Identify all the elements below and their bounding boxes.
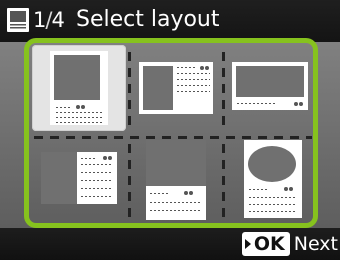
header-bar: 1/4 Select layout — [0, 0, 340, 42]
ok-button[interactable]: OK — [241, 232, 290, 256]
page-title: Select layout — [76, 7, 220, 32]
layout-icon — [7, 8, 29, 32]
next-label: Next — [293, 233, 338, 255]
play-arrow-icon — [244, 239, 251, 249]
next-button[interactable]: OK Next — [241, 228, 340, 260]
footer-bar: OK Next — [0, 228, 340, 260]
ok-label: OK — [253, 233, 285, 255]
selection-frame — [24, 38, 318, 228]
page-indicator: 1/4 — [33, 8, 65, 32]
